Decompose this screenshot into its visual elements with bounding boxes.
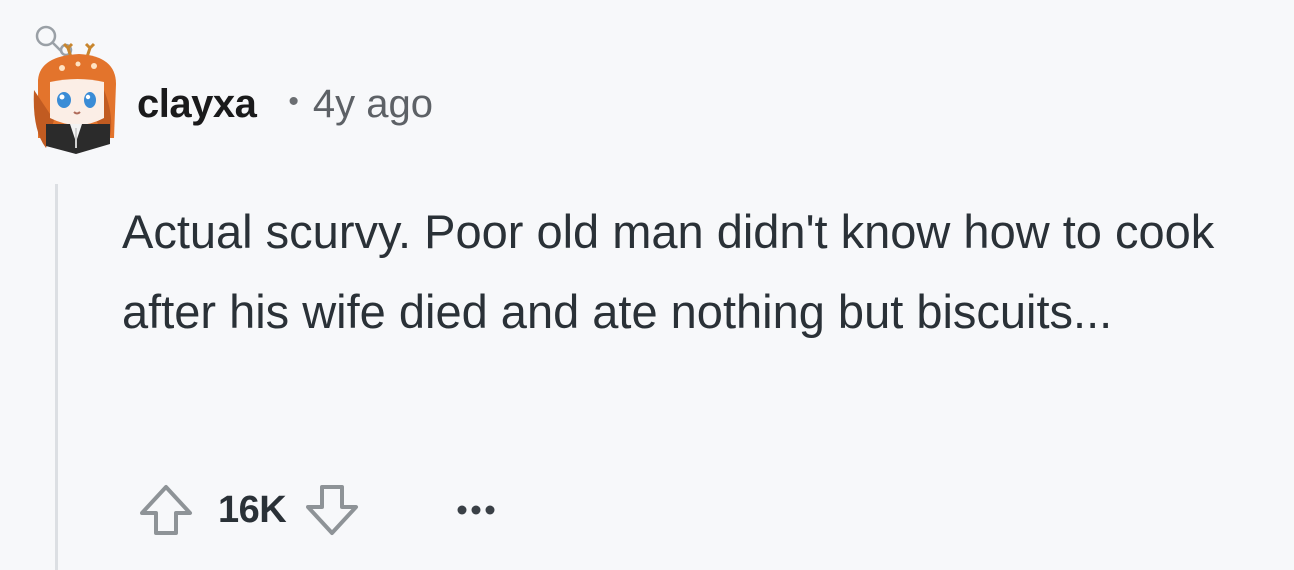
comment: clayxa • 4y ago Actual scurvy. Poor old …	[0, 0, 1294, 570]
more-options-button[interactable]	[444, 478, 508, 542]
upvote-arrow-icon	[140, 485, 192, 535]
vote-score: 16K	[218, 488, 287, 531]
timestamp[interactable]: 4y ago	[313, 82, 433, 127]
downvote-arrow-icon	[306, 485, 359, 535]
separator-dot: •	[288, 85, 299, 118]
comment-header: clayxa • 4y ago	[137, 76, 433, 132]
more-options-icon	[457, 505, 495, 515]
comment-actions: 16K	[134, 478, 508, 542]
avatar-image	[33, 25, 116, 154]
upvote-button[interactable]	[134, 478, 198, 542]
comment-body: Actual scurvy. Poor old man didn't know …	[122, 205, 1215, 338]
thread-line[interactable]	[55, 184, 58, 570]
avatar[interactable]	[24, 20, 116, 158]
username[interactable]: clayxa	[137, 82, 257, 127]
downvote-button[interactable]	[300, 478, 364, 542]
